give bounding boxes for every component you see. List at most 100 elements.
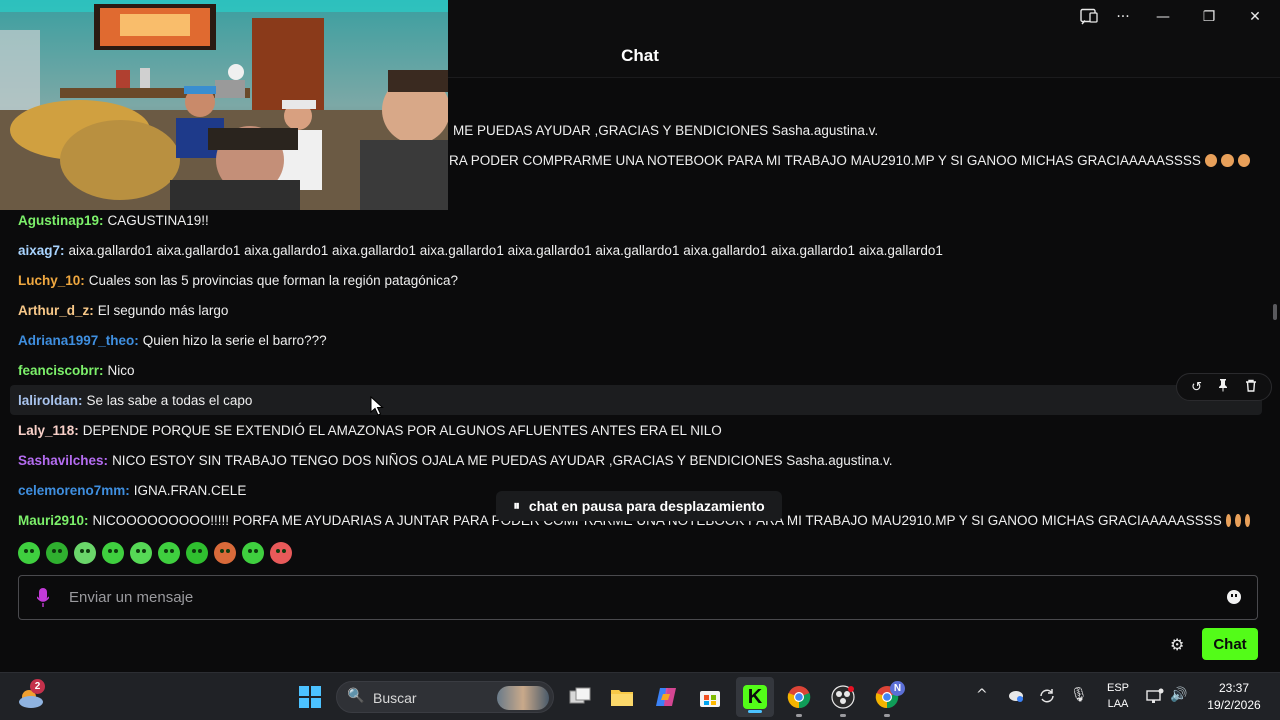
- emote-icon[interactable]: [74, 542, 96, 564]
- network-icon[interactable]: [1146, 688, 1164, 708]
- chat-username[interactable]: Adriana1997_theo:: [18, 333, 139, 348]
- emoji-picker-icon[interactable]: [1227, 590, 1241, 604]
- chat-message[interactable]: laliroldan: Se las sabe a todas el capo: [10, 385, 1262, 415]
- running-indicator: [840, 714, 846, 717]
- chat-username[interactable]: Laly_118:: [18, 423, 79, 438]
- microphone-tray-icon[interactable]: 🎙: [1070, 687, 1088, 703]
- pin-icon[interactable]: [1218, 378, 1228, 396]
- chat-message-input[interactable]: [69, 576, 1209, 619]
- emote-icon[interactable]: [214, 542, 236, 564]
- onedrive-icon[interactable]: [1006, 688, 1024, 706]
- copilot-button[interactable]: [652, 673, 680, 720]
- reply-icon[interactable]: ↺: [1191, 380, 1202, 395]
- chat-message-text: aixa.gallardo1 aixa.gallardo1 aixa.galla…: [68, 242, 943, 258]
- task-view-icon: [569, 687, 591, 704]
- chat-username[interactable]: laliroldan:: [18, 393, 83, 408]
- task-view-button[interactable]: [566, 673, 594, 720]
- running-indicator: [796, 714, 802, 717]
- sync-icon[interactable]: [1038, 688, 1056, 708]
- input-language-indicator[interactable]: ESP LAA: [1100, 680, 1136, 712]
- windows-logo-icon: [299, 686, 321, 708]
- show-hidden-icons-icon[interactable]: ^: [976, 687, 988, 703]
- folder-icon: [611, 690, 633, 706]
- chat-message[interactable]: Arthur_d_z: El segundo más largo: [18, 295, 1250, 325]
- profile-badge: N: [890, 681, 905, 696]
- chat-input-box[interactable]: [18, 575, 1258, 620]
- microphone-icon[interactable]: [36, 588, 50, 613]
- kick-app-button[interactable]: K: [736, 677, 774, 717]
- search-icon: 🔍: [347, 688, 365, 704]
- emote-icon[interactable]: [186, 542, 208, 564]
- chat-message-text: IGNA.FRAN.CELE: [133, 482, 247, 498]
- obs-button[interactable]: [828, 673, 858, 720]
- chat-message[interactable]: feanciscobrr: Nico: [18, 355, 1250, 385]
- emote-icon[interactable]: [102, 542, 124, 564]
- emote-bar: [18, 542, 292, 570]
- emoji-icon: [1225, 513, 1232, 527]
- emoji-icon: [1204, 153, 1218, 167]
- emoji-icon: [1235, 513, 1241, 527]
- emote-icon[interactable]: [130, 542, 152, 564]
- clock-time: 23:37: [1218, 681, 1250, 695]
- chat-message-text: DEPENDE PORQUE SE EXTENDIÓ EL AMAZONAS P…: [82, 422, 722, 438]
- chat-message-text: Nico: [107, 362, 135, 378]
- pause-notice-text: chat en pausa para desplazamiento: [528, 498, 765, 514]
- chat-paused-notice[interactable]: ⏸ chat en pausa para desplazamiento: [496, 491, 782, 521]
- chat-message[interactable]: Luchy_10: Cuales son las 5 provincias que…: [18, 265, 1250, 295]
- chat-message-text: NICO ESTOY SIN TRABAJO TENGO DOS NIÑOS O…: [112, 452, 893, 468]
- chat-username[interactable]: Luchy_10:: [18, 273, 85, 288]
- emote-icon[interactable]: [46, 542, 68, 564]
- windows-taskbar: 2 🔍 Buscar K N ^ 🎙 ESP LAA 🔊 23:37 19/2/…: [0, 672, 1280, 720]
- search-label: Buscar: [373, 690, 417, 706]
- clock-date: 19/2/2026: [1207, 698, 1261, 712]
- chrome-button[interactable]: [784, 673, 814, 720]
- chat-username[interactable]: feanciscobrr:: [18, 363, 104, 378]
- kick-logo-icon: K: [743, 685, 767, 709]
- chat-message[interactable]: aixag7: aixa.gallardo1 aixa.gallardo1 aix…: [18, 235, 1250, 265]
- chrome-profile-button[interactable]: N: [872, 673, 905, 720]
- copilot-icon: [656, 688, 676, 706]
- restore-icon[interactable]: ❐: [1186, 0, 1232, 34]
- emote-icon[interactable]: [270, 542, 292, 564]
- chat-message-partial: ME PUEDAS AYUDAR ,GRACIAS Y BENDICIONES …: [453, 122, 879, 138]
- file-explorer-button[interactable]: [608, 673, 636, 720]
- message-actions-toolbar: ↺: [1176, 373, 1272, 401]
- chat-username[interactable]: Arthur_d_z:: [18, 303, 94, 318]
- chat-username[interactable]: Mauri2910:: [18, 513, 89, 528]
- emote-icon[interactable]: [158, 542, 180, 564]
- store-button[interactable]: [696, 673, 724, 720]
- minimize-icon[interactable]: —: [1140, 0, 1186, 34]
- emote-icon[interactable]: [18, 542, 40, 564]
- webcam-overlay: [0, 0, 448, 210]
- chat-message[interactable]: Sashavilches: NICO ESTOY SIN TRABAJO TENG…: [18, 445, 1250, 475]
- obs-icon: [831, 685, 855, 709]
- close-icon[interactable]: ✕: [1232, 0, 1278, 34]
- chat-message-text: Quien hizo la serie el barro???: [142, 332, 327, 348]
- store-icon: [700, 691, 720, 707]
- system-clock[interactable]: 23:37 19/2/2026: [1196, 680, 1272, 714]
- scrollbar-thumb[interactable]: [1273, 304, 1277, 320]
- chat-username[interactable]: aixag7:: [18, 243, 65, 258]
- chat-message[interactable]: Laly_118: DEPENDE PORQUE SE EXTENDIÓ EL A…: [18, 415, 1250, 445]
- settings-gear-icon[interactable]: ⚙: [1170, 635, 1184, 654]
- weather-widget[interactable]: 2: [14, 673, 48, 720]
- volume-icon[interactable]: 🔊: [1170, 687, 1187, 703]
- pause-icon: ⏸: [513, 498, 520, 514]
- chat-message-partial: RA PODER COMPRARME UNA NOTEBOOK PARA MI …: [449, 145, 1250, 175]
- taskbar-search[interactable]: 🔍 Buscar: [336, 681, 554, 713]
- chat-message[interactable]: Adriana1997_theo: Quien hizo la serie el …: [18, 325, 1250, 355]
- chat-message-text: CAGUSTINA19!!: [107, 212, 209, 228]
- search-highlight-image: [497, 686, 549, 710]
- chat-message-text: Cuales son las 5 provincias que forman l…: [88, 272, 459, 288]
- emote-icon[interactable]: [242, 542, 264, 564]
- start-button[interactable]: [296, 673, 324, 720]
- chat-username[interactable]: celemoreno7mm:: [18, 483, 130, 498]
- emoji-icon: [1244, 513, 1250, 527]
- chrome-icon: [787, 686, 811, 709]
- running-indicator: [884, 714, 890, 717]
- emoji-icon: [1237, 153, 1250, 167]
- delete-icon[interactable]: [1245, 379, 1257, 396]
- send-chat-button[interactable]: Chat: [1202, 628, 1258, 660]
- chat-username[interactable]: Agustinap19:: [18, 213, 104, 228]
- chat-username[interactable]: Sashavilches:: [18, 453, 108, 468]
